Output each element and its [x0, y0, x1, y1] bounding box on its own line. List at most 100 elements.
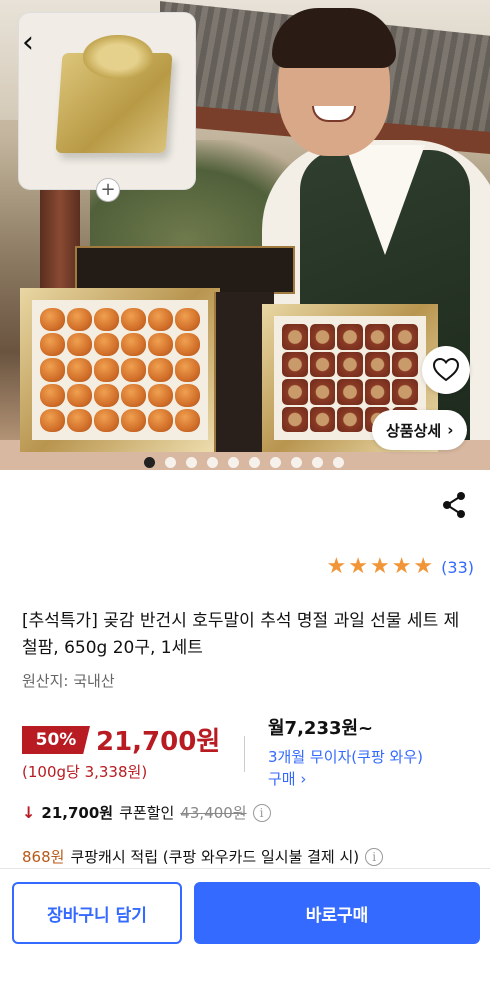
add-to-cart-button[interactable]: 장바구니 담기 — [12, 882, 182, 944]
product-detail-label: 상품상세 — [386, 421, 442, 440]
persimmon — [94, 308, 119, 332]
persimmon — [40, 358, 65, 382]
persimmon — [94, 358, 119, 382]
discount-badge: 50% — [22, 726, 90, 754]
walnut-roll — [364, 351, 391, 377]
persimmon — [175, 383, 200, 407]
cash-amount: 868원 — [22, 848, 65, 866]
image-carousel-dots[interactable] — [144, 457, 344, 468]
rating[interactable]: ★ ★ ★ ★ ★ (33) — [326, 556, 474, 578]
back-button[interactable]: ‹ — [22, 28, 46, 62]
carousel-dot[interactable] — [333, 457, 344, 468]
persimmon — [121, 358, 146, 382]
carousel-dot[interactable] — [186, 457, 197, 468]
persimmon — [94, 408, 119, 432]
persimmon — [148, 408, 173, 432]
carousel-dot[interactable] — [165, 457, 176, 468]
persimmon — [121, 308, 146, 332]
walnut-roll — [309, 379, 336, 405]
walnut-roll — [282, 406, 308, 432]
carousel-dot[interactable] — [270, 457, 281, 468]
thumbnail-plus-icon[interactable]: + — [96, 178, 120, 202]
product-detail-button[interactable]: 상품상세 › — [372, 410, 468, 450]
persimmon — [94, 383, 119, 407]
price-divider — [244, 736, 245, 772]
model-hair — [272, 8, 396, 68]
carousel-dot[interactable] — [312, 457, 323, 468]
buy-now-button[interactable]: 바로구매 — [194, 882, 480, 944]
persimmon — [67, 408, 92, 432]
persimmon — [40, 333, 65, 357]
gift-bow-image — [83, 35, 153, 79]
persimmon — [40, 308, 65, 332]
original-price: 43,400원 — [180, 804, 247, 822]
cash-text: 쿠팡캐시 적립 (쿠팡 와우카드 일시불 결제 시) — [70, 848, 360, 866]
walnut-roll — [282, 324, 308, 350]
carousel-dot[interactable] — [207, 457, 218, 468]
persimmon — [148, 308, 173, 332]
bottom-divider — [0, 868, 490, 869]
persimmon-tray — [32, 300, 208, 440]
wishlist-button[interactable] — [422, 346, 470, 394]
coupon-discount-row: ↓ 21,700원 쿠폰할인 43,400원 i — [22, 802, 271, 823]
star-icon: ★ — [326, 554, 347, 579]
carousel-dot[interactable] — [291, 457, 302, 468]
star-icon: ★ — [348, 554, 368, 579]
star-icon: ★ — [369, 554, 390, 579]
star-rating: ★ ★ ★ ★ ★ — [326, 556, 433, 578]
product-title: [추석특가] 곶감 반건시 호두말이 추석 명절 과일 선물 세트 제철팜, 6… — [22, 611, 460, 658]
walnut-roll — [337, 324, 363, 350]
unit-price: (100g당 3,338원) — [22, 763, 148, 781]
persimmon — [121, 408, 146, 432]
review-count[interactable]: (33) — [441, 558, 474, 577]
back-arrow-icon: ‹ — [22, 25, 34, 60]
down-arrow-icon: ↓ — [22, 803, 36, 822]
persimmon — [40, 383, 65, 407]
info-icon[interactable]: i — [252, 803, 271, 822]
walnut-roll — [337, 379, 363, 405]
walnut-roll — [392, 379, 418, 405]
info-icon[interactable]: i — [365, 847, 384, 866]
persimmon — [67, 358, 92, 382]
share-icon — [443, 492, 465, 518]
persimmon — [175, 358, 200, 382]
persimmon — [175, 333, 200, 357]
persimmon — [67, 383, 92, 407]
cash-reward-row: 868원 쿠팡캐시 적립 (쿠팡 와우카드 일시불 결제 시) i — [22, 846, 384, 867]
star-icon: ★ — [413, 554, 434, 579]
walnut-roll — [337, 351, 363, 377]
persimmon — [67, 308, 92, 332]
gift-box-lid — [75, 246, 295, 294]
persimmon — [148, 383, 173, 407]
carousel-dot[interactable] — [144, 457, 155, 468]
chevron-right-icon: › — [447, 421, 454, 439]
walnut-roll — [309, 324, 336, 350]
persimmon — [40, 408, 65, 432]
walnut-roll — [392, 324, 418, 350]
persimmon-gift-box — [20, 288, 220, 452]
share-button[interactable] — [441, 491, 467, 519]
persimmon — [121, 383, 146, 407]
walnut-roll — [364, 379, 391, 405]
installment-link[interactable]: 3개월 무이자(쿠팡 와우) 구매 › — [268, 746, 438, 790]
carousel-dot[interactable] — [228, 457, 239, 468]
walnut-roll — [392, 351, 418, 377]
star-icon: ★ — [391, 554, 412, 579]
coupon-label: 쿠폰할인 — [119, 804, 175, 822]
walnut-roll — [337, 406, 363, 432]
walnut-roll — [309, 351, 336, 377]
sale-price: 21,700원 — [96, 727, 221, 757]
carousel-dot[interactable] — [249, 457, 260, 468]
walnut-roll — [282, 379, 308, 405]
persimmon — [67, 333, 92, 357]
persimmon — [121, 333, 146, 357]
persimmon — [148, 333, 173, 357]
walnut-roll — [309, 406, 336, 432]
persimmon — [148, 358, 173, 382]
persimmon — [94, 333, 119, 357]
origin-text: 원산지: 국내산 — [22, 672, 115, 690]
monthly-price: 월7,233원~ — [268, 718, 374, 739]
persimmon — [175, 408, 200, 432]
walnut-roll — [282, 351, 308, 377]
walnut-roll — [364, 324, 391, 350]
